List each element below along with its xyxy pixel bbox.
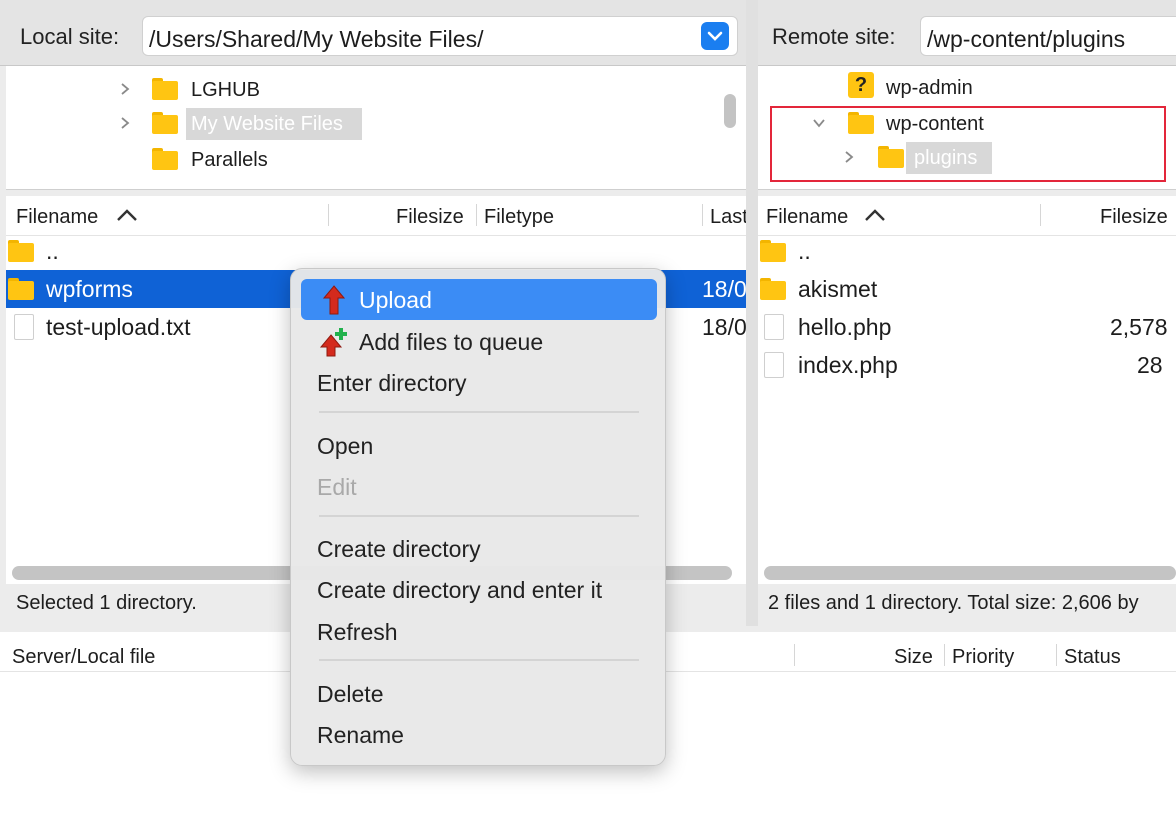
remote-site-label: Remote site: <box>772 24 896 49</box>
remote-list-header: Filename Filesize <box>758 196 1176 236</box>
tree-item-my-website-files[interactable]: My Website Files <box>6 108 706 140</box>
tree-item-label: Parallels <box>191 149 268 171</box>
chevron-right-icon[interactable] <box>118 116 132 130</box>
remote-path-value: /wp-content/plugins <box>927 26 1126 52</box>
context-menu: Upload Add files to queue Enter director… <box>290 268 666 766</box>
list-item[interactable]: .. <box>758 232 1176 270</box>
list-item[interactable]: .. <box>6 232 746 270</box>
column-header-size[interactable]: Size <box>894 646 933 669</box>
menu-item-rename[interactable]: Rename <box>317 722 404 749</box>
sort-ascending-icon <box>117 209 137 221</box>
menu-item-refresh[interactable]: Refresh <box>317 619 398 646</box>
file-last-modified: 18/0 <box>702 314 746 340</box>
list-item[interactable]: hello.php 2,578 <box>758 308 1176 346</box>
column-header-status[interactable]: Status <box>1064 646 1121 669</box>
column-separator[interactable] <box>1056 644 1057 666</box>
document-icon <box>14 314 34 340</box>
column-header-last-modified[interactable]: Last <box>710 206 746 229</box>
column-separator[interactable] <box>1040 204 1041 226</box>
column-header-filename[interactable]: Filename <box>16 206 98 229</box>
column-separator[interactable] <box>944 644 945 666</box>
tree-item-wp-admin[interactable]: ? wp-admin <box>758 72 1158 104</box>
chevron-down-icon <box>707 31 723 41</box>
column-header-server-local-file[interactable]: Server/Local file <box>12 646 155 669</box>
column-header-filetype[interactable]: Filetype <box>484 206 554 229</box>
annotation-highlight-box <box>770 106 1166 182</box>
local-site-label: Local site: <box>20 24 120 49</box>
tree-item-parallels[interactable]: Parallels <box>6 144 706 176</box>
folder-icon <box>760 278 786 300</box>
file-name: index.php <box>798 352 898 378</box>
folder-icon <box>8 240 34 262</box>
remote-file-list: Filename Filesize .. akismet hello.php 2… <box>758 196 1176 584</box>
file-size: 28 <box>1137 352 1163 378</box>
local-path-value: /Users/Shared/My Website Files/ <box>149 26 484 52</box>
menu-separator <box>319 659 639 661</box>
local-site-bar: Local site: /Users/Shared/My Website Fil… <box>0 0 746 66</box>
column-separator[interactable] <box>702 204 703 226</box>
column-separator[interactable] <box>794 644 795 666</box>
menu-item-edit: Edit <box>317 474 357 500</box>
menu-item-upload-highlight[interactable] <box>301 279 657 320</box>
file-name: hello.php <box>798 314 892 340</box>
add-to-queue-icon <box>319 328 347 357</box>
tree-item-label: LGHUB <box>191 79 260 101</box>
tree-item-label: wp-admin <box>886 77 973 99</box>
menu-item-create-directory[interactable]: Create directory <box>317 536 481 563</box>
remote-list-hscrollbar[interactable] <box>764 566 1176 580</box>
file-name: akismet <box>798 276 878 302</box>
file-name: .. <box>46 238 59 264</box>
local-tree-scrollbar[interactable] <box>724 94 736 128</box>
local-path-combobox[interactable]: /Users/Shared/My Website Files/ <box>142 16 738 56</box>
tree-item-lghub[interactable]: LGHUB <box>6 74 706 106</box>
local-directory-tree: LGHUB My Website Files Parallels <box>6 66 746 190</box>
remote-site-bar: Remote site: /wp-content/plugins <box>752 0 1176 66</box>
unknown-folder-icon: ? <box>848 72 874 98</box>
menu-item-delete[interactable]: Delete <box>317 681 383 708</box>
menu-item-enter-directory[interactable]: Enter directory <box>317 370 467 397</box>
folder-icon <box>152 78 178 100</box>
file-size: 2,578 <box>1110 314 1168 340</box>
chevron-right-icon[interactable] <box>118 82 132 96</box>
local-list-header: Filename Filesize Filetype Last <box>6 196 746 236</box>
remote-status-bar: 2 files and 1 directory. Total size: 2,6… <box>758 584 1176 626</box>
column-separator[interactable] <box>328 204 329 226</box>
column-header-filesize[interactable]: Filesize <box>396 206 464 229</box>
file-name: .. <box>798 238 811 264</box>
menu-separator <box>319 411 639 413</box>
document-icon <box>764 352 784 378</box>
remote-status-text: 2 files and 1 directory. Total size: 2,6… <box>768 592 1139 614</box>
column-header-filesize[interactable]: Filesize <box>1100 206 1168 229</box>
menu-item-upload[interactable]: Upload <box>359 287 432 314</box>
menu-item-open[interactable]: Open <box>317 433 373 460</box>
column-separator[interactable] <box>476 204 477 226</box>
remote-path-combobox[interactable]: /wp-content/plugins <box>920 16 1176 56</box>
menu-item-add-files-to-queue[interactable]: Add files to queue <box>359 329 543 356</box>
file-name: test-upload.txt <box>46 314 191 340</box>
document-icon <box>764 314 784 340</box>
menu-item-create-directory-and-enter[interactable]: Create directory and enter it <box>317 577 602 604</box>
list-item[interactable]: akismet <box>758 270 1176 308</box>
folder-icon <box>8 278 34 300</box>
folder-icon <box>760 240 786 262</box>
menu-separator <box>319 515 639 517</box>
column-header-filename[interactable]: Filename <box>766 206 848 229</box>
list-item[interactable]: index.php 28 <box>758 346 1176 384</box>
folder-icon <box>152 148 178 170</box>
folder-icon <box>152 112 178 134</box>
file-last-modified: 18/0 <box>702 276 746 302</box>
file-name: wpforms <box>46 276 133 302</box>
pane-divider[interactable] <box>746 0 758 626</box>
tree-item-label: My Website Files <box>191 113 343 135</box>
sort-ascending-icon <box>865 209 885 221</box>
upload-arrow-icon <box>323 285 345 315</box>
local-status-text: Selected 1 directory. <box>16 592 197 614</box>
column-header-priority[interactable]: Priority <box>952 646 1014 669</box>
local-path-dropdown-button[interactable] <box>701 22 729 50</box>
